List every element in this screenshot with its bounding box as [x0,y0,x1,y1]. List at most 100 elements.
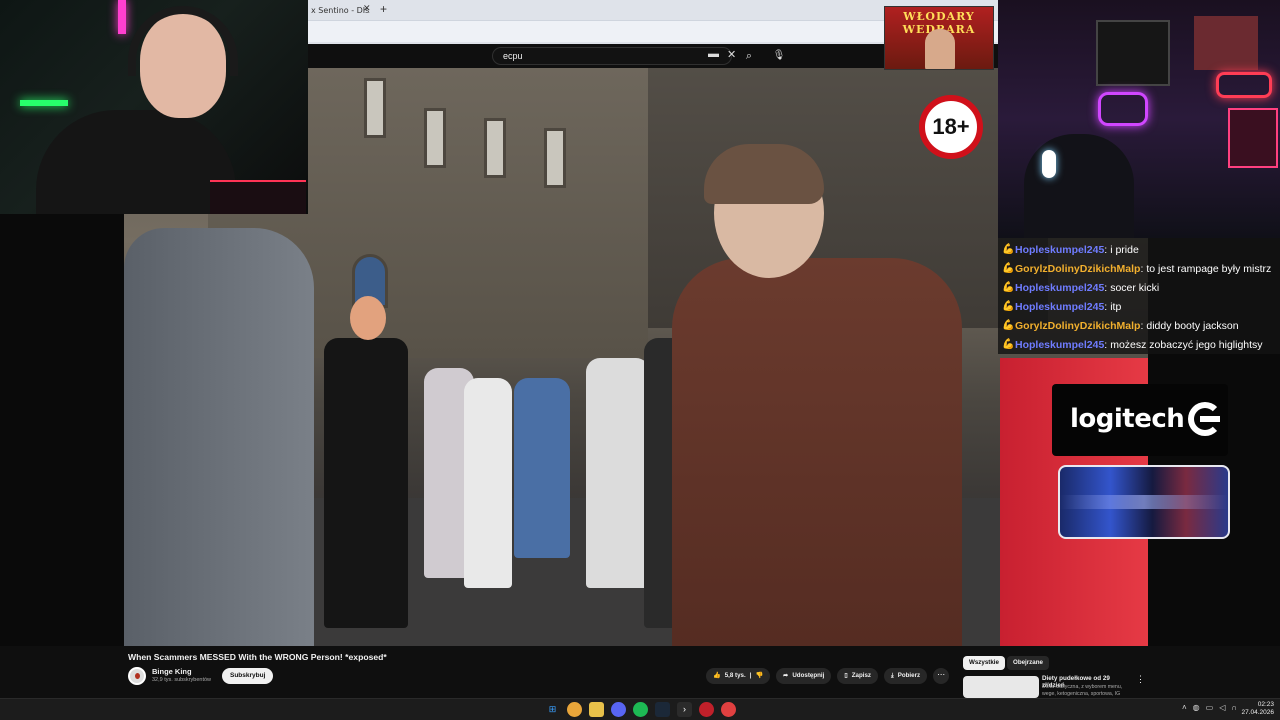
terminal-icon[interactable]: › [677,702,692,717]
subscriber-count: 32,9 tys. subskrybentów [152,677,212,683]
chat-separator: : [1104,243,1108,256]
chat-text: socer kicki [1110,281,1160,294]
chat-text: diddy booty jackson [1146,319,1239,332]
more-options-icon[interactable]: ⋯ [933,668,950,684]
download-button[interactable]: ⤓ Pobierz [883,668,928,684]
vinyl-record-image [1096,20,1170,86]
chat-badge-icon: 💪 [1002,300,1015,312]
app-red-icon[interactable] [699,702,714,717]
chat-text: itp [1110,300,1122,313]
file-explorer-icon[interactable] [589,702,604,717]
chat-message: 💪 Hopleskumpel245: i pride [1002,240,1276,259]
like-count: 5,8 tys. [724,672,746,679]
headset-icon [1042,150,1056,178]
chat-badge-icon: 💪 [1002,243,1015,255]
chat-username: Hopleskumpel245 [1015,338,1105,351]
webcam-second [998,0,1280,238]
video-scene-person [324,338,408,628]
chat-message: 💪 GorylzDolinyDzikichMalp: diddy booty j… [1002,316,1276,335]
channel-avatar[interactable] [128,667,146,685]
share-button[interactable]: ➦ Udostępnij [776,668,832,684]
kebab-menu-icon[interactable]: ⋮ [1136,674,1145,685]
video-scene-window [484,118,506,178]
chat-separator: : [1104,338,1108,351]
microphone-icon[interactable]: 🎙 [770,47,788,65]
clear-search-icon[interactable]: ✕ [727,48,736,61]
search-icon[interactable]: ⌕ [740,47,758,65]
chat-badge-icon: 💪 [1002,262,1015,274]
search-input[interactable]: ecpu [492,47,732,65]
clock-date: 27.04.2026 [1241,709,1274,716]
steam-icon[interactable] [655,702,670,717]
volume-icon[interactable]: ◁ [1219,703,1225,712]
neon-sign [1216,72,1272,98]
system-tray: ˄ ◍ ▭ ◁ ∩ [1182,703,1237,712]
video-scene-foreground-jacket [672,258,962,646]
discord-icon[interactable] [611,702,626,717]
chat-separator: : [1104,281,1108,294]
neon-shelf [1228,108,1278,168]
webcam-person-body [36,110,236,214]
keyboard-icon[interactable]: ▬ [708,48,719,61]
chat-separator: : [1140,319,1144,332]
chat-badge-icon: 💪 [1002,281,1015,293]
video-scene-person [464,378,512,588]
logitech-wordmark: logitech [1070,404,1185,434]
chat-text: to jest rampage były mistrz [1146,262,1272,275]
webcam-neon-light [20,100,68,106]
chat-badge-icon: 💪 [1002,338,1015,350]
overlay-card-glow [1060,495,1228,509]
divider: | [749,672,752,679]
webcam-neon-light [118,0,126,34]
chat-separator: : [1104,300,1108,313]
chat-username: Hopleskumpel245 [1015,243,1105,256]
webcam-person-body [1024,134,1134,238]
thumbs-down-icon[interactable]: 👎 [755,668,763,684]
like-button[interactable]: 👍 5,8 tys. | 👎 [706,668,771,684]
filter-chip-watched[interactable]: Obejrzane [1007,656,1049,670]
new-tab-icon[interactable]: + [380,2,387,16]
recommendation-thumbnail[interactable] [963,676,1039,698]
video-scene-foreground-coat [124,228,314,646]
clock-time: 02:23 [1257,701,1274,708]
chat-text: i pride [1110,243,1139,256]
stream-banner: WŁODARY WEDRARA [884,6,994,70]
browser-tab[interactable]: x Sentino - DIss [308,2,370,20]
sponsor-logo: logitech [1052,384,1228,456]
clock[interactable]: 02:23 27.04.2026 [1240,701,1274,717]
spotify-icon[interactable] [633,702,648,717]
poster-image [1194,16,1258,70]
headphones-icon[interactable]: ∩ [1231,703,1237,712]
save-label: Zapisz [851,672,871,679]
video-actions: 👍 5,8 tys. | 👎 ➦ Udostępnij ▯ Zapisz ⤓ P… [706,668,950,684]
chat-message: 💪 Hopleskumpel245: itp [1002,297,1276,316]
overlay-card [1058,465,1230,539]
windows-start-icon[interactable]: ⊞ [545,702,560,717]
chrome-icon[interactable] [567,702,582,717]
download-label: Pobierz [897,672,921,679]
video-info-bar: When Scammers MESSED With the WRONG Pers… [0,646,1280,698]
channel-name[interactable]: Binge King [152,667,192,676]
taskbar-apps: ⊞ › [545,702,736,717]
thumbs-up-icon: 👍 [713,672,721,679]
chat-separator: : [1140,262,1144,275]
microphone-icon[interactable]: ◍ [1193,703,1200,712]
stream-screen: x Sentino - DIss ✕ + ecpu ▬ ✕ ⌕ 🎙 18+ WŁ… [0,0,1280,720]
chrome-alt-icon[interactable] [721,702,736,717]
network-icon[interactable]: ▭ [1206,703,1214,712]
headset-icon [128,6,238,76]
filter-chip-all[interactable]: Wszystkie [963,656,1005,670]
share-label: Udostępnij [792,672,825,679]
chat-badge-icon: 💪 [1002,319,1015,331]
recommendation-meta: Dieta klasyczna, z wyborem menu, wege, k… [1042,684,1123,697]
tab-close-icon[interactable]: ✕ [363,3,371,14]
neon-panther-sign [1098,92,1148,126]
chevron-up-icon[interactable]: ˄ [1182,703,1187,712]
browser-tab-label: x Sentino - DIss [311,6,370,15]
share-icon: ➦ [783,672,789,679]
chat-text: możesz zobaczyć jego higlightsy [1110,338,1263,351]
save-button[interactable]: ▯ Zapisz [837,668,878,684]
taskbar: ⊞ › ˄ ◍ ▭ ◁ ∩ 02:23 27.04.2026 [0,698,1280,720]
subscribe-button[interactable]: Subskrybuj [222,668,274,684]
banner-figure-image [925,29,955,69]
